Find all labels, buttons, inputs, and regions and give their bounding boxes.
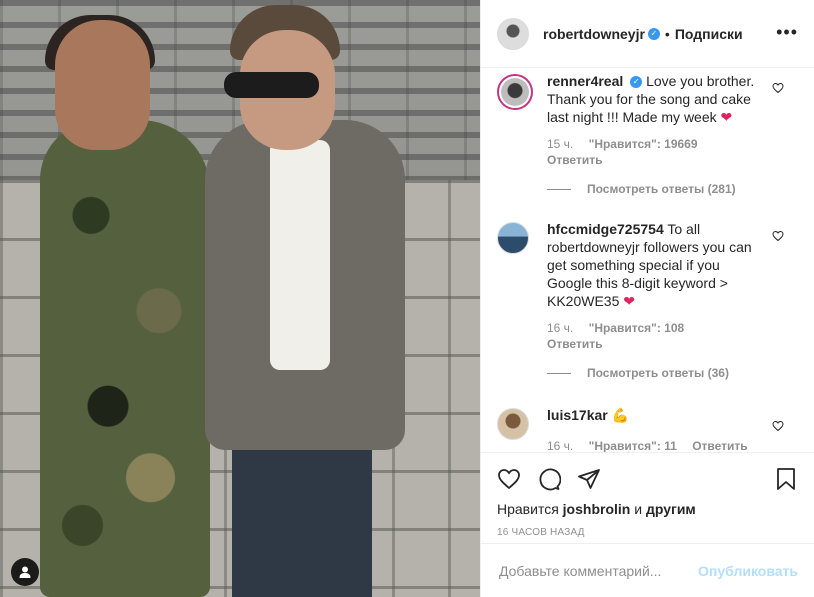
follow-status-button[interactable]: Подписки [675,26,743,42]
likes-conj: и [634,501,643,517]
reply-button[interactable]: Ответить [692,439,747,452]
comment-likes[interactable]: "Нравится": 108 [589,321,685,335]
comment-meta: 15 ч. "Нравится": 19669 Ответить [547,136,768,168]
comment-avatar[interactable] [497,408,529,440]
view-replies-label: Посмотреть ответы (36) [587,366,729,380]
comment-likes[interactable]: "Нравится": 11 [589,439,677,452]
red-heart-emoji-icon: ❤ [720,109,733,125]
author-avatar[interactable] [497,17,529,50]
sunglasses [224,72,319,98]
reply-button[interactable]: Ответить [547,337,602,351]
comment-age[interactable]: 16 ч. [547,321,573,335]
flexed-biceps-emoji-icon: 💪 [611,407,630,423]
save-bookmark-icon[interactable] [774,467,798,491]
publish-button[interactable]: Опубликовать [698,563,798,579]
verified-badge-icon: ✓ [647,27,660,40]
comment-age[interactable]: 15 ч. [547,137,573,151]
view-replies-label: Посмотреть ответы (281) [587,182,736,196]
comment-item: hfccmidge725754 To all robertdowneyjr fo… [481,198,814,382]
comment-item: luis17kar 💪 16 ч. "Нравится": 11 Ответит… [481,382,814,452]
tagged-users-button[interactable] [11,558,39,586]
comment-age[interactable]: 16 ч. [547,439,573,452]
author-username[interactable]: robertdowneyjr [543,26,645,42]
white-shirt [270,140,330,370]
verified-badge-icon: ✓ [630,76,643,89]
post-actions: Нравится joshbrolin и другим 16 ЧАСОВ НА… [481,452,814,544]
likes-summary: Нравится joshbrolin и другим [497,501,798,517]
likes-prefix: Нравится [497,501,559,517]
replies-divider [547,372,571,374]
comment-bubble-icon[interactable] [537,467,561,491]
likes-others-link[interactable]: другим [646,501,696,517]
post-timestamp[interactable]: 16 ЧАСОВ НАЗАД [497,527,798,538]
post-photo[interactable] [0,0,480,597]
comment-item: renner4real ✓ Love you brother. Thank yo… [481,68,814,198]
comment-username[interactable]: luis17kar [547,407,608,423]
comment-meta: 16 ч. "Нравится": 108 Ответить [547,320,768,352]
comment-like-heart-icon[interactable] [772,82,784,94]
liker-username[interactable]: joshbrolin [563,501,631,517]
comment-like-heart-icon[interactable] [772,230,784,242]
comment-like-heart-icon[interactable] [772,420,784,432]
replies-divider [547,188,571,190]
action-icons-row [497,459,798,499]
view-replies-button[interactable]: Посмотреть ответы (36) [547,364,768,382]
share-paper-plane-icon[interactable] [577,467,601,491]
camo-trench-coat [40,120,210,597]
post-sidebar: robertdowneyjr ✓ • Подписки ••• renner4r… [480,0,814,597]
left-person-face [55,20,150,150]
comment-input[interactable] [497,561,699,580]
comments-list[interactable]: renner4real ✓ Love you brother. Thank yo… [481,68,814,452]
user-icon [19,566,31,578]
like-heart-icon[interactable] [497,467,521,491]
comment-likes[interactable]: "Нравится": 19669 [589,137,698,151]
red-heart-emoji-icon: ❤ [623,293,635,309]
instagram-post: robertdowneyjr ✓ • Подписки ••• renner4r… [0,0,814,597]
view-replies-button[interactable]: Посмотреть ответы (281) [547,180,768,198]
more-options-icon[interactable]: ••• [776,22,798,43]
comment-avatar[interactable] [497,222,529,254]
header-separator: • [664,25,670,42]
post-header: robertdowneyjr ✓ • Подписки ••• [481,0,814,68]
reply-button[interactable]: Ответить [547,153,602,167]
comment-avatar[interactable] [497,74,533,110]
comment-meta: 16 ч. "Нравится": 11 Ответить [547,438,768,452]
comment-username[interactable]: renner4real [547,73,623,89]
add-comment-bar: Опубликовать [481,543,814,597]
comment-username[interactable]: hfccmidge725754 [547,221,664,237]
